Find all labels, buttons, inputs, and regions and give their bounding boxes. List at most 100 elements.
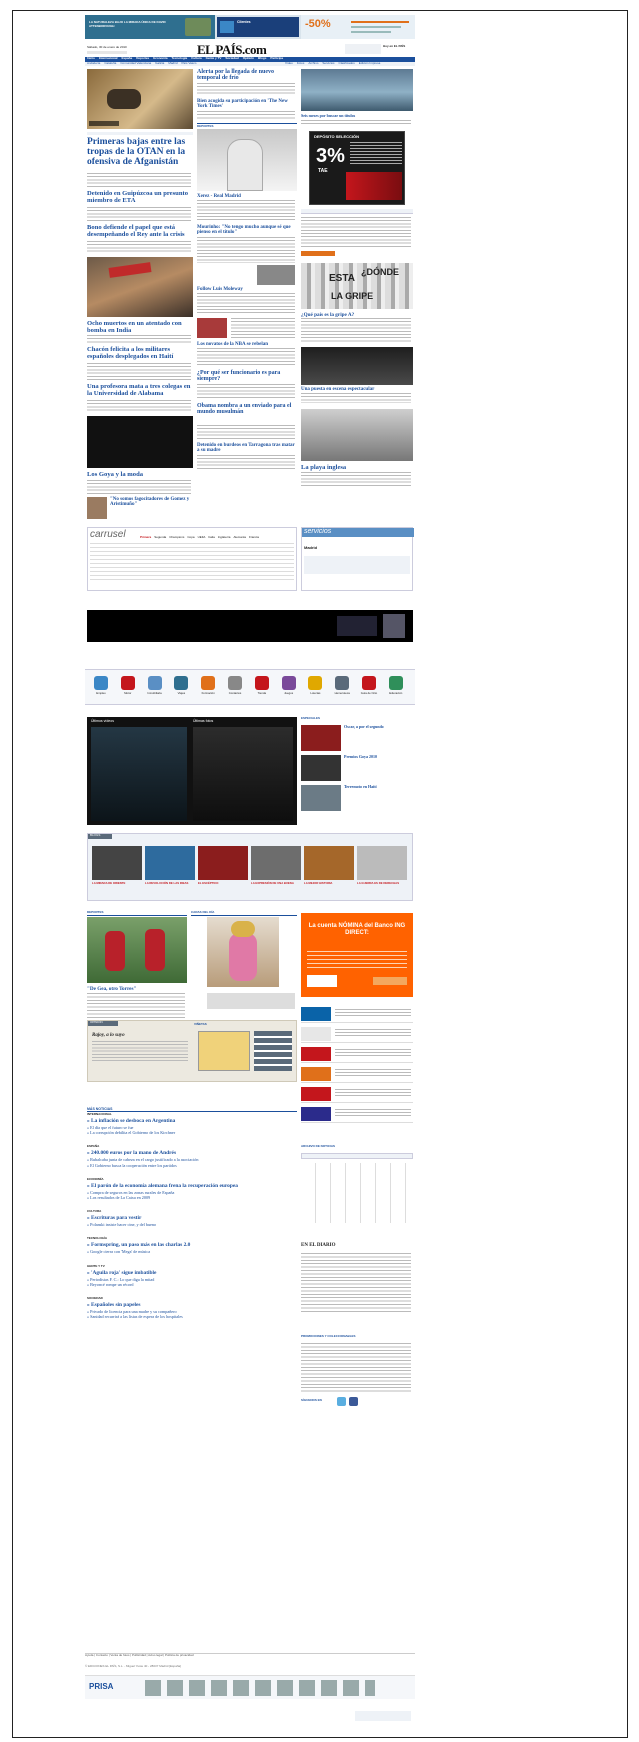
carrusel-tab-7[interactable]: Alemania: [233, 536, 246, 539]
headline-6[interactable]: Una profesora mata a tres colegas en la …: [87, 383, 193, 398]
subnav-right-item-5[interactable]: Edición Impresa: [359, 62, 381, 65]
service-0[interactable]: Empleo: [89, 676, 113, 695]
headline-3[interactable]: Bono defiende el papel que está desempeñ…: [87, 224, 193, 239]
subnav-right-item-4[interactable]: Clasificados: [339, 62, 355, 65]
haiti-thumb[interactable]: [301, 785, 341, 811]
service-6[interactable]: Tienda: [250, 676, 274, 695]
service-11[interactable]: Educación: [384, 676, 408, 695]
deportes-lower-headline[interactable]: "De Gea, otro Torres": [87, 986, 187, 992]
carrusel-tab-1[interactable]: Segunda: [154, 536, 166, 539]
subnav-item-1[interactable]: Cataluña: [104, 62, 116, 65]
goya-thumb[interactable]: [301, 755, 341, 781]
carrusel-tab-8[interactable]: Francia: [249, 536, 259, 539]
archivo-calendar[interactable]: [301, 1163, 413, 1223]
carrusel-tab-6[interactable]: Inglaterra: [218, 536, 231, 539]
subnav-right-item-1[interactable]: Fotos: [297, 62, 305, 65]
lead-headline[interactable]: Primeras bajas entre las tropas de la OT…: [87, 137, 193, 168]
subnav-item-4[interactable]: Madrid: [168, 62, 177, 65]
ad-row-5[interactable]: [301, 1105, 413, 1123]
nav-item-4[interactable]: Economía: [153, 57, 167, 60]
service-5[interactable]: Contactos: [223, 676, 247, 695]
promo-deposito[interactable]: DEPÓSITO SELECCIÓN 3% TAE: [309, 131, 405, 205]
andrea-photo[interactable]: [301, 347, 413, 385]
headline-7[interactable]: Los Goya y la moda: [87, 471, 193, 479]
carrusel-logo[interactable]: carrusel: [90, 529, 126, 541]
blog-card-1[interactable]: LA REVOLUCIÓN DE LAS IDEAS: [145, 846, 195, 885]
vineta-authors[interactable]: [254, 1031, 292, 1071]
ronaldo-photo[interactable]: [197, 129, 297, 191]
nav-item-9[interactable]: Opinión: [243, 57, 254, 60]
carrusel-tab-0[interactable]: Primera: [140, 536, 151, 539]
nav-item-1[interactable]: Internacional: [99, 57, 118, 60]
service-9[interactable]: Hemeroteca: [330, 676, 354, 695]
blog-card-2[interactable]: EL ESCÉPTICO: [198, 846, 248, 885]
col2-headline-1[interactable]: Alerta por la llegada de nuevo temporal …: [197, 69, 297, 82]
service-4[interactable]: Formación: [196, 676, 220, 695]
oscar-thumb[interactable]: [301, 725, 341, 751]
subnav-item-2[interactable]: Comunidad Valenciana: [120, 62, 151, 65]
nav-item-7[interactable]: Gente y TV: [206, 57, 222, 60]
nav-item-11[interactable]: Participa: [270, 57, 283, 60]
photo-gallery-badge[interactable]: [89, 121, 119, 126]
ing-promo[interactable]: La cuenta NÓMINA del Banco ING DIRECT:: [301, 913, 413, 997]
news-section-6[interactable]: SOCIEDAD: [87, 1296, 103, 1301]
subnav-item-3[interactable]: Galicia: [155, 62, 164, 65]
especial-1[interactable]: Oscar, a por el segundo: [344, 724, 412, 730]
photo-tab[interactable]: Últimas fotos: [193, 719, 213, 723]
carrusel-tabs[interactable]: Primera Segunda Champions Copa UEFA Italia Ing…: [140, 536, 296, 540]
col2-headline-7[interactable]: ¿Por qué ser funcionario es para siempre…: [197, 370, 297, 383]
col2-headline-8[interactable]: Obama nombra a un enviado para el mundo …: [197, 403, 297, 416]
subnav-item-5[interactable]: País Vasco: [182, 62, 197, 65]
degea-photo[interactable]: [87, 917, 187, 983]
col2-headline-9[interactable]: Detenido en burdeos en Tarragona tras ma…: [197, 443, 297, 454]
archivo-selector[interactable]: [301, 1153, 413, 1159]
top-ad-banner[interactable]: LA NATURALEZA BAJO LA MIRADA ÚNICA DE DA…: [85, 15, 415, 39]
video-tab[interactable]: Últimos vídeos: [91, 719, 114, 723]
caras-photo[interactable]: [207, 917, 279, 987]
blog-card-3[interactable]: LA EXPRESIÓN DE UNA BUENA: [251, 846, 301, 885]
lead-photo[interactable]: [87, 69, 193, 129]
live-promo-badge[interactable]: [301, 251, 335, 256]
col3-headline-4[interactable]: La playa inglesa: [301, 464, 413, 472]
carrusel-tab-3[interactable]: Copa: [187, 536, 194, 539]
blog-card-4[interactable]: LA MEJOR HISTORIA: [304, 846, 354, 885]
opinion-title[interactable]: Rajoy, a lo suyo: [92, 1033, 125, 1039]
nav-item-6[interactable]: Cultura: [191, 57, 202, 60]
news-item-1-2[interactable]: » El Gobierno busca la cooperación entre…: [87, 1163, 297, 1169]
gripe-word-cloud[interactable]: ESTA ¿DÓNDE LA GRIPE: [301, 263, 413, 309]
facebook-icon[interactable]: [349, 1397, 358, 1406]
news-item-2-2[interactable]: » Los resultados de La Caixa en 2009: [87, 1195, 297, 1201]
headline-4[interactable]: Ocho muertos en un atentado con bomba en…: [87, 320, 193, 335]
news-section-3[interactable]: CULTURA: [87, 1210, 101, 1214]
ad-row-2[interactable]: [301, 1045, 413, 1063]
ad-row-0[interactable]: [301, 1005, 413, 1023]
india-photo[interactable]: [87, 257, 193, 317]
nav-item-8[interactable]: Sociedad: [225, 57, 238, 60]
news-item-3-1[interactable]: » Polanski insiste hacer cine, y del bue…: [87, 1222, 297, 1228]
twitter-icon[interactable]: [337, 1397, 346, 1406]
service-2[interactable]: Inmobiliaria: [143, 676, 167, 695]
ad-row-3[interactable]: [301, 1065, 413, 1083]
news-section-0[interactable]: INTERNACIONAL: [87, 1112, 112, 1117]
playa-photo[interactable]: [301, 409, 413, 461]
service-7[interactable]: Juegos: [277, 676, 301, 695]
headline-2[interactable]: Detenido en Guipúzcoa un presunto miembr…: [87, 190, 193, 205]
video-still[interactable]: [91, 727, 187, 821]
news-item-4-1[interactable]: » Google cierra con 'Mega' de música: [87, 1249, 297, 1255]
prisa-brands[interactable]: [145, 1680, 375, 1696]
site-logo[interactable]: EL PAÍS.com: [197, 42, 267, 58]
carrusel-tab-5[interactable]: Italia: [208, 536, 214, 539]
carrusel-tab-4[interactable]: UEFA: [198, 536, 206, 539]
col2-headline-4[interactable]: Mourinho: "No tengo mucho aunque sé que …: [197, 225, 297, 236]
news-section-4[interactable]: TECNOLOGÍA: [87, 1237, 107, 1241]
weather-city[interactable]: Madrid: [304, 545, 317, 551]
nav-item-5[interactable]: Tecnología: [172, 57, 188, 60]
header-today-link[interactable]: Hoy en EL PAÍS: [383, 44, 405, 49]
col2-headline-2[interactable]: Bien acogida su participación en 'The Ne…: [197, 99, 297, 110]
news-item-5-2[interactable]: » Beyoncé rompe un récord: [87, 1282, 297, 1288]
subnav-right-item-2[interactable]: Archivo: [308, 62, 318, 65]
footer-links[interactable]: Ayuda | Contacto | Venta de fotos | Publ…: [85, 1653, 415, 1659]
video-player[interactable]: [87, 416, 193, 468]
especial-2[interactable]: Premios Goya 2010: [344, 754, 412, 760]
nav-item-3[interactable]: Deportes: [136, 57, 149, 60]
